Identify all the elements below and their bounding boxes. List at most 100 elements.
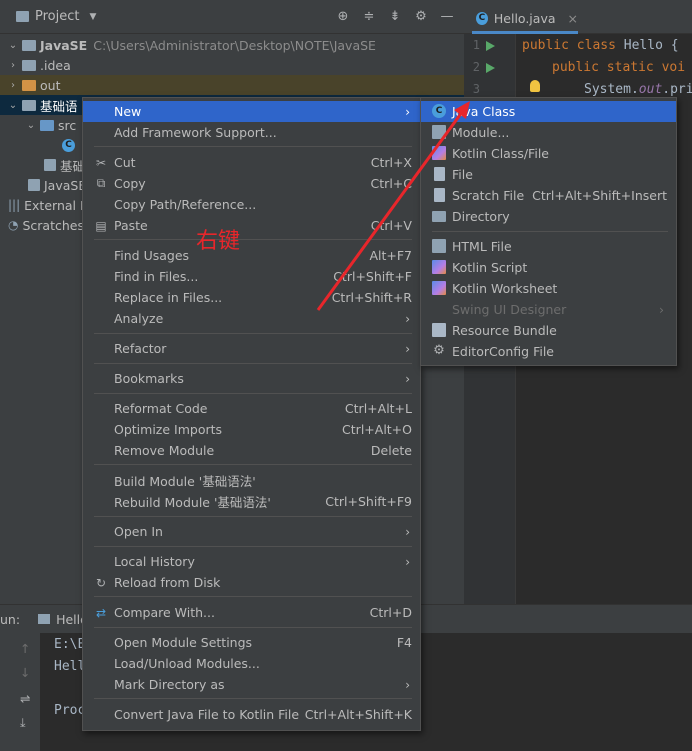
menu-item-cut[interactable]: ✂ Cut Ctrl+X — [83, 152, 420, 173]
folder-icon — [22, 39, 36, 51]
hide-icon[interactable]: — — [440, 10, 454, 24]
java-class-icon: C — [432, 104, 446, 118]
code-line-2: public static voi — [552, 60, 685, 75]
file-icon — [434, 167, 445, 181]
console-line: E:\E — [54, 637, 86, 652]
chevron-right-icon: › — [405, 311, 410, 326]
close-icon[interactable]: × — [568, 11, 578, 26]
menu-item-copy[interactable]: ⧉ Copy Ctrl+C — [83, 173, 420, 194]
tree-item-idea[interactable]: › .idea — [0, 55, 464, 75]
console-icon — [38, 614, 51, 624]
paste-icon: ▤ — [95, 218, 107, 233]
menu-separator — [94, 464, 412, 465]
submenu-item-scratch-file[interactable]: Scratch File Ctrl+Alt+Shift+Insert — [421, 185, 676, 206]
menu-item-load-unload[interactable]: Load/Unload Modules... — [83, 653, 420, 674]
library-icon: ||| — [8, 198, 21, 212]
collapse-all-icon[interactable]: ⇟ — [388, 10, 402, 24]
chevron-down-icon[interactable]: ⌄ — [8, 40, 18, 51]
expand-all-icon[interactable]: ≑ — [362, 10, 376, 24]
menu-item-rebuild-module[interactable]: Rebuild Module '基础语法' Ctrl+Shift+F9 — [83, 491, 420, 512]
chevron-right-icon: › — [405, 104, 410, 119]
run-toolbar: ↑ ↓ ⇌ ⤓ — [0, 633, 40, 751]
tab-hello-java[interactable]: C Hello.java × — [472, 6, 578, 34]
tree-item-label: 基础语 — [40, 98, 78, 114]
root-name: JavaSE — [40, 37, 88, 53]
menu-item-paste[interactable]: ▤ Paste Ctrl+V — [83, 215, 420, 236]
menu-item-reload[interactable]: ↻ Reload from Disk — [83, 572, 420, 593]
field-name: out — [638, 82, 663, 97]
submenu-item-html-file[interactable]: HTML File — [421, 236, 676, 257]
console-line: Proc — [54, 703, 86, 718]
submenu-item-editorconfig[interactable]: ⚙ EditorConfig File — [421, 341, 676, 362]
down-arrow-icon[interactable]: ↓ — [20, 665, 30, 680]
tree-item-out[interactable]: › out — [0, 75, 464, 95]
menu-item-build-module[interactable]: Build Module '基础语法' — [83, 470, 420, 491]
menu-item-bookmarks[interactable]: Bookmarks › — [83, 368, 420, 389]
scratch-file-icon — [434, 188, 445, 202]
java-class-icon: C — [62, 138, 75, 152]
submenu-item-file[interactable]: File — [421, 164, 676, 185]
code-line-1: public class Hello { — [522, 38, 679, 53]
submenu-item-java-class[interactable]: C Java Class — [421, 101, 676, 122]
scissors-icon: ✂ — [95, 155, 107, 170]
chevron-down-icon[interactable]: ⌄ — [26, 120, 36, 131]
menu-item-new[interactable]: New › — [83, 101, 420, 122]
menu-item-compare[interactable]: ⇄ Compare With... Ctrl+D — [83, 602, 420, 623]
menu-separator — [94, 239, 412, 240]
tree-item-label: JavaSE — [44, 177, 87, 193]
menu-item-add-framework[interactable]: Add Framework Support... — [83, 122, 420, 143]
chevron-right-icon[interactable]: › — [8, 60, 18, 71]
submenu-item-module[interactable]: Module... — [421, 122, 676, 143]
gear-icon[interactable]: ⚙ — [414, 10, 428, 24]
locate-icon[interactable]: ⊕ — [336, 10, 350, 24]
menu-item-replace-in-files[interactable]: Replace in Files... Ctrl+Shift+R — [83, 287, 420, 308]
tree-item-label: External L — [24, 197, 87, 213]
chevron-down-icon: ▼ — [89, 11, 97, 22]
tree-item-root[interactable]: ⌄ JavaSE C:\Users\Administrator\Desktop\… — [0, 35, 464, 55]
run-icon[interactable] — [486, 41, 495, 51]
chevron-right-icon: › — [405, 524, 410, 539]
menu-item-remove-module[interactable]: Remove Module Delete — [83, 440, 420, 461]
submenu-item-kotlin-worksheet[interactable]: Kotlin Worksheet — [421, 278, 676, 299]
wrap-icon[interactable]: ⇌ — [20, 691, 30, 706]
menu-item-find-usages[interactable]: Find Usages Alt+F7 — [83, 245, 420, 266]
copy-icon: ⧉ — [96, 176, 106, 190]
gear-icon: ⚙ — [433, 343, 445, 358]
chevron-right-icon[interactable]: › — [8, 80, 18, 91]
source-folder-icon — [40, 119, 54, 131]
project-view-selector[interactable]: Project ▼ — [16, 9, 96, 24]
scroll-end-icon[interactable]: ⤓ — [20, 715, 26, 731]
chevron-right-icon: › — [405, 371, 410, 386]
code-text: System. — [584, 82, 639, 97]
submenu-item-kotlin-script[interactable]: Kotlin Script — [421, 257, 676, 278]
run-label: un: — [0, 611, 21, 627]
html-file-icon — [432, 239, 446, 253]
menu-separator — [94, 698, 412, 699]
menu-item-refactor[interactable]: Refactor › — [83, 338, 420, 359]
menu-item-copy-path[interactable]: Copy Path/Reference... — [83, 194, 420, 215]
submenu-item-kotlin-class[interactable]: Kotlin Class/File — [421, 143, 676, 164]
keyword: class — [576, 38, 616, 53]
tree-item-label: Scratches — [22, 217, 84, 233]
menu-item-find-in-files[interactable]: Find in Files... Ctrl+Shift+F — [83, 266, 420, 287]
menu-item-mark-directory[interactable]: Mark Directory as › — [83, 674, 420, 695]
menu-item-open-module-settings[interactable]: Open Module Settings F4 — [83, 632, 420, 653]
menu-item-optimize-imports[interactable]: Optimize Imports Ctrl+Alt+O — [83, 419, 420, 440]
menu-item-analyze[interactable]: Analyze › — [83, 308, 420, 329]
lightbulb-icon[interactable] — [530, 80, 540, 92]
menu-item-convert-to-kotlin[interactable]: Convert Java File to Kotlin File Ctrl+Al… — [83, 704, 420, 725]
kotlin-icon — [432, 146, 446, 160]
new-submenu: C Java Class Module... Kotlin Class/File… — [420, 97, 677, 366]
tree-item-label: out — [40, 77, 61, 93]
submenu-item-resource-bundle[interactable]: Resource Bundle — [421, 320, 676, 341]
chevron-down-icon[interactable]: ⌄ — [8, 100, 18, 111]
menu-separator — [432, 231, 668, 232]
menu-item-local-history[interactable]: Local History › — [83, 551, 420, 572]
run-icon[interactable] — [486, 63, 495, 73]
resource-bundle-icon — [432, 323, 446, 337]
submenu-item-directory[interactable]: Directory — [421, 206, 676, 227]
menu-item-reformat[interactable]: Reformat Code Ctrl+Alt+L — [83, 398, 420, 419]
menu-item-open-in[interactable]: Open In › — [83, 521, 420, 542]
up-arrow-icon[interactable]: ↑ — [20, 641, 30, 656]
keyword: public — [552, 60, 599, 75]
